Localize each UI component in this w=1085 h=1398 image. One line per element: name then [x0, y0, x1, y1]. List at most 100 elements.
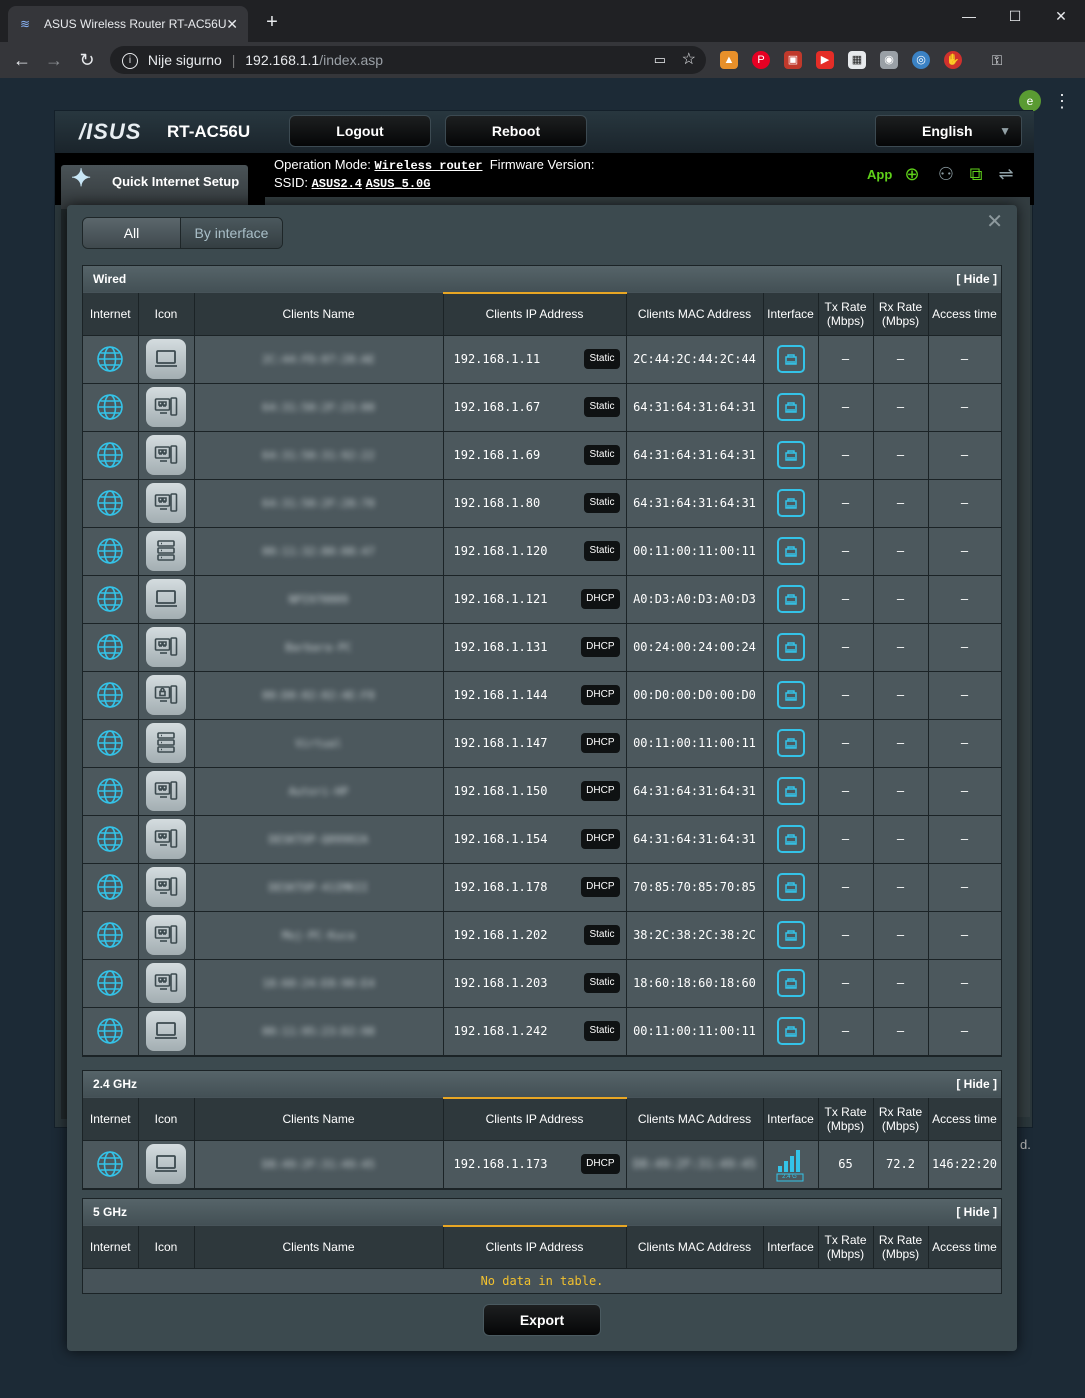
- column-header-internet[interactable]: Internet: [83, 1226, 139, 1269]
- wired-hide-link[interactable]: [ Hide ]: [956, 266, 997, 292]
- client-name[interactable]: D8:49:2F:31:49:45: [262, 1158, 375, 1171]
- column-header-rx[interactable]: Rx Rate (Mbps): [873, 293, 929, 336]
- extension-search-icon[interactable]: ◎: [912, 51, 930, 69]
- info-icon[interactable]: i: [122, 53, 138, 70]
- windows-device-icon[interactable]: [146, 963, 186, 1003]
- globe-icon[interactable]: [96, 1017, 124, 1045]
- column-header-mac[interactable]: Clients MAC Address: [626, 1098, 764, 1141]
- camera-icon[interactable]: ◉: [880, 51, 898, 69]
- column-header-tx[interactable]: Tx Rate (Mbps): [818, 1098, 874, 1141]
- client-name[interactable]: 00:11:95:23:D2:98: [262, 1025, 375, 1038]
- ssid-24-link[interactable]: ASUS2.4: [312, 177, 362, 191]
- laptop-device-icon[interactable]: [146, 1011, 186, 1051]
- client-row[interactable]: 64:31:50:31:92:22 192.168.1.69 Static 64:31…: [83, 431, 1002, 480]
- youtube-icon[interactable]: ▶: [816, 51, 834, 69]
- globe-icon[interactable]: [96, 393, 124, 421]
- client-name-cell[interactable]: 00:D0:02:02:4E:F8: [194, 671, 444, 720]
- export-button[interactable]: Export: [483, 1304, 601, 1336]
- column-header-access[interactable]: Access time: [928, 293, 1002, 336]
- client-name-cell[interactable]: 64:31:50:2F:28:70: [194, 479, 444, 528]
- language-select[interactable]: English ▼: [875, 115, 1022, 147]
- client-row[interactable]: 18:60:24:E8:90:E4 192.168.1.203 Static 18:6…: [83, 959, 1002, 1008]
- laptop-device-icon[interactable]: [146, 1144, 186, 1184]
- extension-warning-icon[interactable]: ▲: [720, 51, 738, 69]
- globe-icon[interactable]: [96, 537, 124, 565]
- column-header-tx[interactable]: Tx Rate (Mbps): [818, 1226, 874, 1269]
- new-tab-button[interactable]: +: [260, 10, 284, 34]
- client-name-cell[interactable]: 2C:44:FD:07:28:AE: [194, 335, 444, 384]
- windows-device-icon[interactable]: [146, 627, 186, 667]
- globe-icon[interactable]: [96, 969, 124, 997]
- client-name[interactable]: 64:31:50:2F:23:00: [262, 401, 375, 414]
- client-row[interactable]: Moj-PC-Kuca 192.168.1.202 Static 38:2C:38:2…: [83, 911, 1002, 960]
- minimize-button[interactable]: —: [947, 2, 991, 30]
- column-header-icon[interactable]: Icon: [138, 1226, 195, 1269]
- internet-status-icon[interactable]: ⊕: [901, 163, 923, 185]
- address-bar[interactable]: i Nije sigurno | 192.168.1.1/index.asp ▭…: [110, 46, 706, 74]
- client-row[interactable]: NPI970009 192.168.1.121 DHCP A0:D3:A0:D3:A0…: [83, 575, 1002, 624]
- tab-all[interactable]: All: [83, 218, 181, 248]
- globe-icon[interactable]: [96, 825, 124, 853]
- client-name[interactable]: Virtual: [295, 737, 341, 750]
- client-row[interactable]: D8:49:2F:31:49:45 192.168.1.173 DHCP D8:49:…: [83, 1140, 1002, 1189]
- client-name-cell[interactable]: DESKTOP-Q09902A: [194, 815, 444, 864]
- lockpc-device-icon[interactable]: [146, 675, 186, 715]
- globe-icon[interactable]: [96, 585, 124, 613]
- client-row[interactable]: 00:D0:02:02:4E:F8 192.168.1.144 DHCP 00:D0:…: [83, 671, 1002, 720]
- ghz5-hide-link[interactable]: [ Hide ]: [956, 1199, 997, 1225]
- column-header-icon[interactable]: Icon: [138, 293, 195, 336]
- windows-device-icon[interactable]: [146, 387, 186, 427]
- client-name-cell[interactable]: 18:60:24:E8:90:E4: [194, 959, 444, 1008]
- client-name-cell[interactable]: DESKTOP-41IMKII: [194, 863, 444, 912]
- key-icon[interactable]: ⚿: [988, 51, 1006, 69]
- column-header-rx[interactable]: Rx Rate (Mbps): [873, 1098, 929, 1141]
- app-link[interactable]: App: [867, 167, 892, 182]
- column-header-interface[interactable]: Interface: [763, 1098, 819, 1141]
- column-header-mac[interactable]: Clients MAC Address: [626, 293, 764, 336]
- network-map-icon[interactable]: ⧉: [965, 163, 987, 185]
- globe-icon[interactable]: [96, 1150, 124, 1178]
- extension-frame-icon[interactable]: ▦: [848, 51, 866, 69]
- windows-device-icon[interactable]: [146, 915, 186, 955]
- column-header-ip[interactable]: Clients IP Address: [443, 1225, 627, 1269]
- client-row[interactable]: 64:31:50:2F:28:70 192.168.1.80 Static 64:31…: [83, 479, 1002, 528]
- column-header-interface[interactable]: Interface: [763, 1226, 819, 1269]
- modal-close-icon[interactable]: ✕: [986, 209, 1003, 234]
- client-name[interactable]: Barbara-PC: [285, 641, 351, 654]
- column-header-name[interactable]: Clients Name: [194, 1226, 444, 1269]
- usb-icon[interactable]: ⇌: [995, 163, 1017, 185]
- tab-by-interface[interactable]: By interface: [180, 218, 282, 248]
- column-header-interface[interactable]: Interface: [763, 293, 819, 336]
- client-row[interactable]: Virtual 192.168.1.147 DHCP 00:11:00:11:00:1…: [83, 719, 1002, 768]
- client-row[interactable]: Autori-HP 192.168.1.150 DHCP 64:31:64:31:64…: [83, 767, 1002, 816]
- client-name-cell[interactable]: Virtual: [194, 719, 444, 768]
- globe-icon[interactable]: [96, 345, 124, 373]
- profile-avatar[interactable]: e: [1019, 90, 1041, 112]
- column-header-access[interactable]: Access time: [928, 1098, 1002, 1141]
- globe-icon[interactable]: [96, 441, 124, 469]
- window-close-button[interactable]: ✕: [1039, 2, 1083, 30]
- column-header-internet[interactable]: Internet: [83, 293, 139, 336]
- client-name-cell[interactable]: Autori-HP: [194, 767, 444, 816]
- adblock-hand-icon[interactable]: ✋: [944, 51, 962, 69]
- client-row[interactable]: 00:11:95:23:D2:98 192.168.1.242 Static 00:1…: [83, 1007, 1002, 1056]
- pinterest-icon[interactable]: P: [752, 51, 770, 69]
- extension-gift-icon[interactable]: ▣: [784, 51, 802, 69]
- op-mode-link[interactable]: Wireless router: [374, 159, 482, 173]
- client-name-cell[interactable]: 64:31:50:2F:23:00: [194, 383, 444, 432]
- column-header-name[interactable]: Clients Name: [194, 1098, 444, 1141]
- bookmark-star-icon[interactable]: ☆: [682, 46, 696, 74]
- column-header-tx[interactable]: Tx Rate (Mbps): [818, 293, 874, 336]
- column-header-rx[interactable]: Rx Rate (Mbps): [873, 1226, 929, 1269]
- client-name[interactable]: DESKTOP-Q09902A: [269, 833, 368, 846]
- client-name[interactable]: 18:60:24:E8:90:E4: [262, 977, 375, 990]
- globe-icon[interactable]: [96, 921, 124, 949]
- globe-icon[interactable]: [96, 633, 124, 661]
- ghz24-hide-link[interactable]: [ Hide ]: [956, 1071, 997, 1097]
- column-header-ip[interactable]: Clients IP Address: [443, 1097, 627, 1141]
- quick-internet-setup-button[interactable]: ✦ Quick Internet Setup: [61, 165, 248, 209]
- column-header-access[interactable]: Access time: [928, 1226, 1002, 1269]
- windows-device-icon[interactable]: [146, 819, 186, 859]
- logout-button[interactable]: Logout: [289, 115, 431, 147]
- back-button[interactable]: ←: [10, 48, 34, 72]
